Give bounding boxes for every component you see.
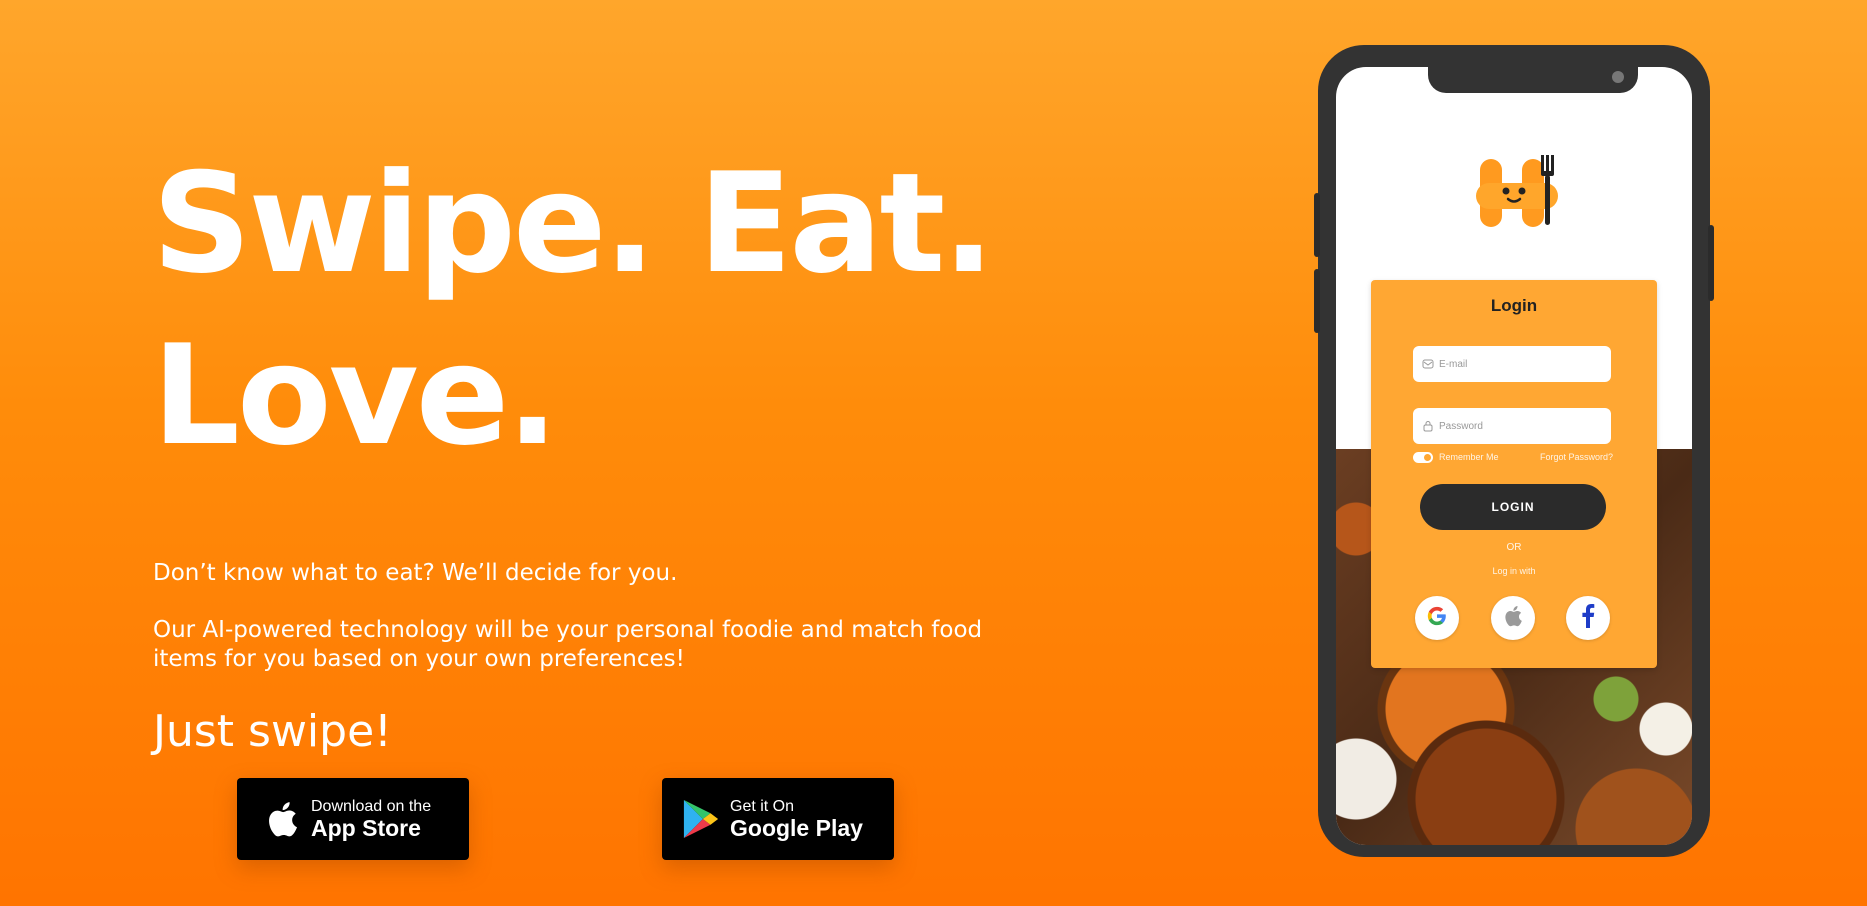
login-with-label: Log in with [1492, 566, 1536, 576]
headline-line-1: Swipe. Eat. [152, 143, 995, 304]
app-store-small-label: Download on the [311, 798, 432, 815]
remember-me[interactable]: Remember Me [1413, 451, 1499, 463]
headline-line-2: Love. [152, 315, 559, 476]
phone-notch [1428, 67, 1638, 93]
phone-volume-up [1314, 193, 1320, 257]
app-logo-icon [1472, 153, 1562, 233]
lock-icon [1421, 419, 1435, 433]
facebook-login-button[interactable] [1566, 596, 1610, 640]
login-card: Login Remember Me Forgot Password? [1371, 280, 1657, 668]
email-field[interactable] [1413, 346, 1611, 382]
google-play-small-label: Get it On [730, 798, 795, 815]
app-store-label: App Store [311, 815, 421, 841]
mail-icon [1421, 357, 1435, 371]
apple-icon [1503, 605, 1523, 632]
login-title: Login [1490, 296, 1538, 315]
google-play-label: Google Play [730, 815, 863, 841]
password-field[interactable] [1413, 408, 1611, 444]
hero-description: Our AI-powered technology will be your p… [153, 617, 983, 672]
email-input[interactable] [1439, 358, 1599, 370]
camera-icon [1612, 71, 1624, 83]
phone-screen: Login Remember Me Forgot Password? [1336, 67, 1692, 845]
apple-icon [263, 797, 301, 841]
or-divider: OR [1506, 542, 1522, 553]
remember-label: Remember Me [1439, 452, 1499, 462]
phone-volume-down [1314, 269, 1320, 333]
apple-login-button[interactable] [1491, 596, 1535, 640]
google-login-button[interactable] [1415, 596, 1459, 640]
google-play-button[interactable]: Get it On Google Play [662, 778, 894, 860]
password-input[interactable] [1439, 420, 1599, 432]
hero-tagline: Don’t know what to eat? We’ll decide for… [153, 560, 678, 586]
remember-toggle[interactable] [1413, 451, 1433, 463]
forgot-password-link[interactable]: Forgot Password? [1540, 452, 1613, 462]
app-store-button[interactable]: Download on the App Store [237, 778, 469, 860]
phone-mockup: Login Remember Me Forgot Password? [1314, 45, 1714, 857]
hero-headline: Swipe. Eat. Love. [152, 138, 1052, 482]
remember-row: Remember Me Forgot Password? [1413, 450, 1613, 464]
google-icon [1426, 605, 1448, 632]
hero-cta: Just swipe! [153, 706, 392, 757]
facebook-icon [1581, 603, 1595, 633]
google-play-icon [682, 797, 720, 841]
login-button[interactable]: LOGIN [1420, 484, 1606, 530]
phone-power-button [1708, 225, 1714, 301]
